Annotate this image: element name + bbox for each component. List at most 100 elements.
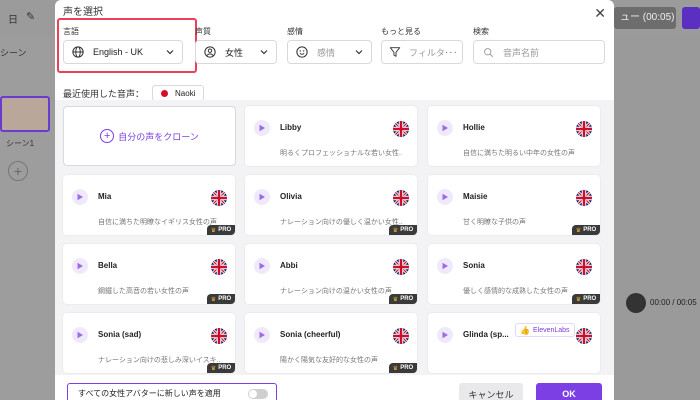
apply-all-option: すべての女性アバターに新しい声を適用 bbox=[67, 383, 277, 400]
elevenlabs-badge: 👍 ElevenLabs bbox=[515, 323, 575, 337]
voice-card[interactable]: Sonia 優しく感情的な成熟した女性の声 ♛ PRO bbox=[428, 244, 600, 304]
play-icon[interactable] bbox=[254, 120, 270, 136]
cancel-button[interactable]: キャンセル bbox=[459, 383, 523, 400]
toggle-knob bbox=[249, 390, 257, 398]
voice-description: 自信に満ちた明瞭なイギリス女性の声 bbox=[98, 219, 217, 226]
voice-name: Bella bbox=[98, 261, 118, 270]
gender-select[interactable]: 女性 bbox=[195, 40, 277, 64]
uk-flag-icon bbox=[211, 190, 227, 206]
emotion-select[interactable]: 感情 bbox=[287, 40, 372, 64]
smile-icon bbox=[295, 45, 309, 59]
voice-name: Sonia (sad) bbox=[98, 330, 142, 339]
recent-label: 最近使用した音声： bbox=[63, 88, 145, 99]
voice-description: 甘く明瞭な子供の声 bbox=[463, 219, 526, 226]
add-scene-icon: + bbox=[8, 161, 28, 181]
gender-value: 女性 bbox=[225, 47, 244, 58]
voice-name: Maisie bbox=[463, 192, 488, 201]
pro-badge: ♛ PRO bbox=[207, 363, 235, 373]
play-icon[interactable] bbox=[437, 327, 453, 343]
voice-name: Hollie bbox=[463, 123, 485, 132]
language-filter: 言語 English - UK bbox=[57, 18, 197, 73]
voice-name: Glinda (sp... bbox=[463, 330, 509, 339]
language-filter-label: 言語 bbox=[63, 27, 79, 36]
uk-flag-icon bbox=[576, 259, 592, 275]
apply-all-label: すべての女性アバターに新しい声を適用 bbox=[78, 388, 221, 398]
recent-voice-name: Naoki bbox=[175, 88, 196, 98]
voice-name: Sonia bbox=[463, 261, 485, 270]
background-scene-header: シーン bbox=[0, 48, 27, 58]
globe-icon bbox=[71, 45, 85, 59]
uk-flag-icon bbox=[211, 259, 227, 275]
crown-icon: ♛ bbox=[392, 365, 399, 372]
voice-description: ナレーション向けの優しく温かい女性... bbox=[280, 219, 402, 226]
more-dots-icon: ··· bbox=[444, 46, 458, 58]
crown-icon: ♛ bbox=[210, 227, 217, 234]
clone-voice-card[interactable]: + 自分の声をクローン bbox=[63, 106, 236, 166]
play-icon[interactable] bbox=[437, 189, 453, 205]
voice-card[interactable]: Maisie 甘く明瞭な子供の声 ♛ PRO bbox=[428, 175, 600, 235]
close-icon[interactable]: ✕ bbox=[594, 6, 606, 20]
background-preview-button: ュー (00:05) bbox=[614, 7, 676, 29]
search-label: 検索 bbox=[473, 27, 489, 36]
uk-flag-icon bbox=[576, 328, 592, 344]
voice-description: 陽かく陽気な友好的な女性の声 bbox=[280, 357, 378, 364]
pro-badge: ♛ PRO bbox=[572, 294, 600, 304]
voice-name: Sonia (cheerful) bbox=[280, 330, 341, 339]
uk-flag-icon bbox=[576, 190, 592, 206]
pro-badge: ♛ PRO bbox=[389, 294, 417, 304]
voice-card[interactable]: Abbi ナレーション向けの温かい女性の声 ♛ PRO bbox=[245, 244, 417, 304]
search-icon bbox=[481, 45, 495, 59]
play-icon[interactable] bbox=[72, 189, 88, 205]
background-preview-panel bbox=[614, 36, 700, 400]
person-icon bbox=[203, 45, 217, 59]
voice-card[interactable]: Glinda (sp... 👍 ElevenLabs bbox=[428, 313, 600, 373]
ok-button[interactable]: OK bbox=[536, 383, 602, 400]
voice-card[interactable]: Mia 自信に満ちた明瞭なイギリス女性の声 ♛ PRO bbox=[63, 175, 235, 235]
apply-all-toggle[interactable] bbox=[248, 389, 268, 399]
pro-label: PRO bbox=[400, 296, 414, 302]
uk-flag-icon bbox=[576, 121, 592, 137]
voice-description: 自信に満ちた明るい中年の女性の声 bbox=[463, 150, 575, 157]
clone-voice-label: 自分の声をクローン bbox=[118, 131, 199, 142]
search-filter: 検索 音声名前 bbox=[473, 26, 605, 64]
voice-card[interactable]: Hollie 自信に満ちた明るい中年の女性の声 bbox=[428, 106, 600, 166]
voice-name: Mia bbox=[98, 192, 112, 201]
voice-card[interactable]: Sonia (cheerful) 陽かく陽気な友好的な女性の声 ♛ PRO bbox=[245, 313, 417, 373]
search-input[interactable]: 音声名前 bbox=[473, 40, 605, 64]
chevron-down-icon bbox=[166, 50, 174, 55]
background-scene-panel: シーン シーン1 + bbox=[0, 36, 55, 400]
japan-flag-icon bbox=[161, 89, 169, 97]
play-icon[interactable] bbox=[254, 189, 270, 205]
language-select[interactable]: English - UK bbox=[63, 40, 183, 64]
uk-flag-icon bbox=[211, 328, 227, 344]
pro-label: PRO bbox=[583, 296, 597, 302]
play-icon[interactable] bbox=[254, 258, 270, 274]
gender-filter: 声質 女性 bbox=[195, 26, 277, 64]
emotion-placeholder: 感情 bbox=[317, 47, 336, 58]
pro-badge: ♛ PRO bbox=[207, 225, 235, 235]
play-icon[interactable] bbox=[437, 120, 453, 136]
pro-label: PRO bbox=[218, 227, 232, 233]
crown-icon: ♛ bbox=[575, 296, 582, 303]
play-icon[interactable] bbox=[437, 258, 453, 274]
crown-icon: ♛ bbox=[210, 296, 217, 303]
voice-card[interactable]: Libby 明るくプロフェッショナルな若い女性... bbox=[245, 106, 417, 166]
more-filter-button[interactable]: フィルタ ··· bbox=[381, 40, 463, 64]
play-icon[interactable] bbox=[72, 258, 88, 274]
crown-icon: ♛ bbox=[210, 365, 217, 372]
pro-badge: ♛ PRO bbox=[389, 363, 417, 373]
uk-flag-icon bbox=[393, 328, 409, 344]
crown-icon: ♛ bbox=[575, 227, 582, 234]
scene-label: シーン1 bbox=[6, 139, 35, 148]
more-filter-label: もっと見る bbox=[381, 27, 421, 36]
play-icon[interactable] bbox=[72, 327, 88, 343]
voice-card[interactable]: Bella 鋼鐵した高音の若い女性の声 ♛ PRO bbox=[63, 244, 235, 304]
voice-card[interactable]: Olivia ナレーション向けの優しく温かい女性... ♛ PRO bbox=[245, 175, 417, 235]
chevron-down-icon bbox=[355, 50, 363, 55]
play-icon[interactable] bbox=[254, 327, 270, 343]
scene-thumbnail bbox=[0, 96, 50, 132]
recent-voice-chip[interactable]: Naoki bbox=[152, 85, 205, 101]
voice-card[interactable]: Sonia (sad) ナレーション向けの悲しみ深いイスキ... ♛ PRO bbox=[63, 313, 235, 373]
pro-badge: ♛ PRO bbox=[572, 225, 600, 235]
voice-name: Abbi bbox=[280, 261, 298, 270]
